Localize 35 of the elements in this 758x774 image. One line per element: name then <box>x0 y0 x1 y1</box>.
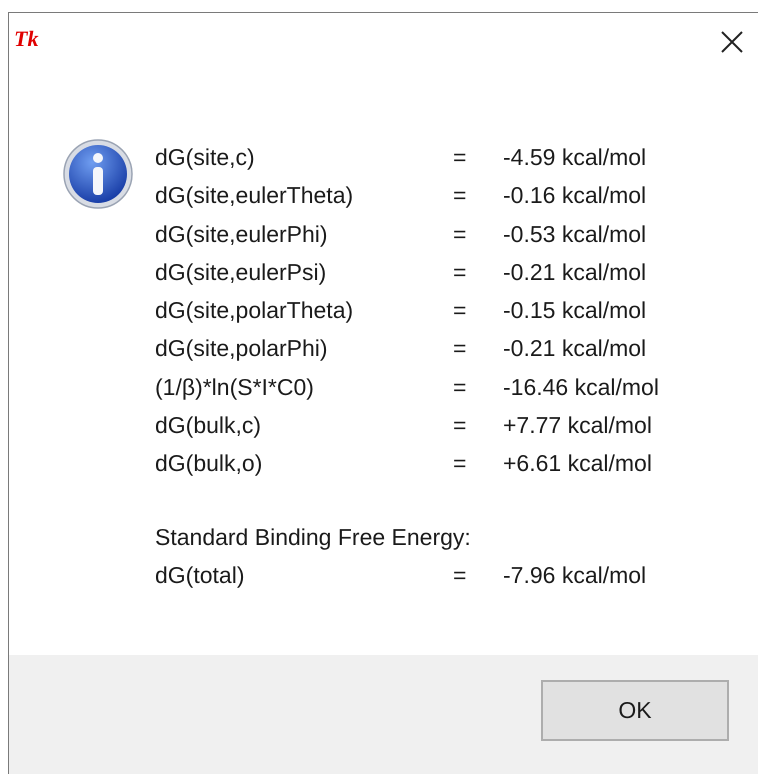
equals-sign: = <box>453 220 468 249</box>
equals-sign: = <box>453 296 468 326</box>
energy-value: -4.59 kcal/mol <box>503 143 648 172</box>
equals-sign: = <box>453 411 468 440</box>
close-icon[interactable] <box>720 30 744 54</box>
energy-value: -0.53 kcal/mol <box>503 220 648 249</box>
energy-value: -0.15 kcal/mol <box>503 296 648 326</box>
energy-value: -0.21 kcal/mol <box>503 258 648 287</box>
energy-value: -0.21 kcal/mol <box>503 334 648 364</box>
energy-value: -0.16 kcal/mol <box>503 181 648 210</box>
summary-heading: Standard Binding Free Energy: <box>155 522 472 552</box>
equals-sign: = <box>453 258 468 287</box>
equals-sign: = <box>453 449 468 478</box>
equals-sign: = <box>453 181 468 210</box>
energy-term: dG(bulk,o) <box>155 449 264 478</box>
energy-term: dG(total) <box>155 560 246 590</box>
energy-term: dG(site,c) <box>155 143 256 172</box>
energy-value: +6.61 kcal/mol <box>503 449 653 478</box>
equals-sign: = <box>453 143 468 172</box>
energy-value: -7.96 kcal/mol <box>503 560 648 590</box>
energy-value: -16.46 kcal/mol <box>503 372 659 402</box>
app-logo: Tk <box>14 27 38 51</box>
equals-sign: = <box>453 334 468 364</box>
info-icon <box>62 138 134 210</box>
energy-term: dG(site,eulerPsi) <box>155 258 328 287</box>
energy-term: dG(site,polarPhi) <box>155 334 329 364</box>
energy-term: (1/β)*ln(S*I*C0) <box>155 372 315 402</box>
energy-value: +7.77 kcal/mol <box>503 411 653 440</box>
energy-term: dG(site,eulerTheta) <box>155 181 354 210</box>
energy-term: dG(site,eulerPhi) <box>155 220 329 249</box>
ok-button[interactable]: OK <box>541 680 729 741</box>
equals-sign: = <box>453 560 468 590</box>
equals-sign: = <box>453 372 468 402</box>
energy-term: dG(site,polarTheta) <box>155 296 354 326</box>
energy-term: dG(bulk,c) <box>155 411 262 440</box>
